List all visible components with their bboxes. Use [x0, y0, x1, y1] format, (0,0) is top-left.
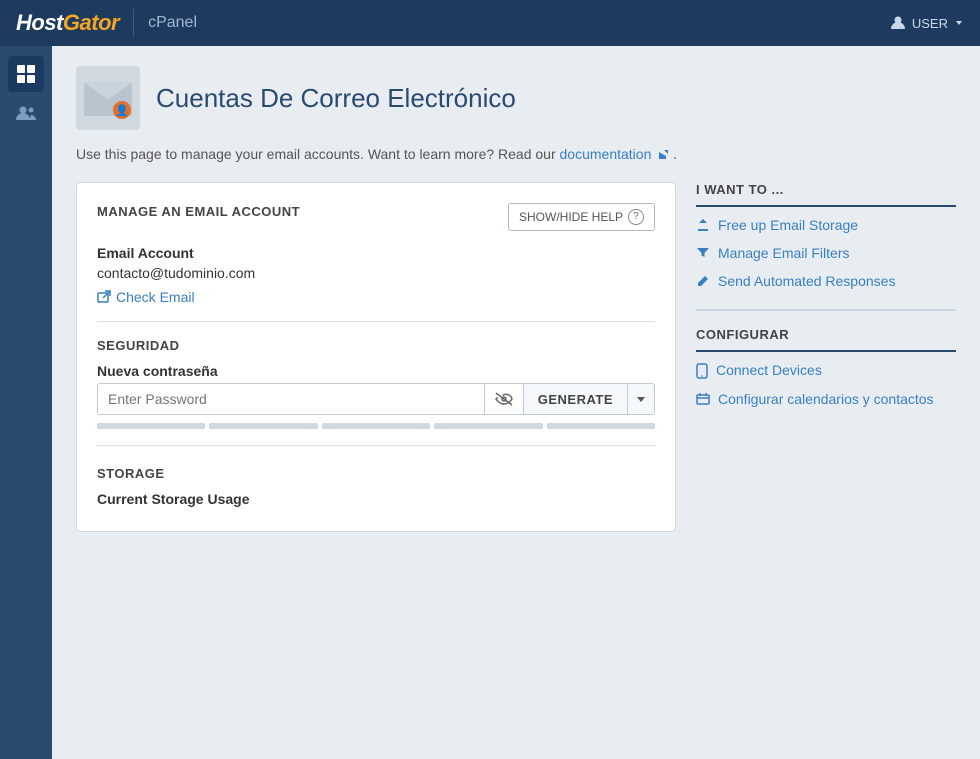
email-envelope-icon: 👤	[80, 72, 136, 124]
page-icon: 👤	[76, 66, 140, 130]
toggle-password-button[interactable]	[484, 383, 523, 415]
show-hide-help-button[interactable]: SHOW/HIDE HELP	[508, 203, 655, 231]
svg-text:👤: 👤	[115, 104, 129, 117]
page-description: Use this page to manage your email accou…	[76, 146, 956, 162]
email-account-label: Email Account	[97, 245, 655, 261]
eye-slash-icon	[495, 392, 513, 406]
strength-bar-2	[209, 423, 317, 429]
two-column-layout: MANAGE AN EMAIL ACCOUNT SHOW/HIDE HELP E…	[76, 182, 956, 532]
connect-devices-link[interactable]: Connect Devices	[696, 362, 956, 379]
right-panel: I WANT TO ... Free up Email Storage Mana…	[696, 182, 956, 427]
user-menu[interactable]: USER	[890, 15, 964, 31]
seguridad-section: SEGURIDAD Nueva contraseña GENERATE	[97, 338, 655, 429]
logo-area: HostGator cPanel	[16, 9, 197, 37]
user-icon	[890, 15, 906, 31]
external-link-icon	[657, 149, 669, 161]
main-content: 👤 Cuentas De Correo Electrónico Use this…	[52, 46, 980, 759]
grid-icon	[15, 63, 37, 85]
free-up-storage-link[interactable]: Free up Email Storage	[696, 217, 956, 233]
card-icon	[696, 392, 710, 406]
generate-dropdown-button[interactable]	[627, 383, 655, 415]
section-divider-1	[97, 321, 655, 322]
password-strength-bars	[97, 423, 655, 429]
nav-divider	[133, 9, 134, 37]
strength-bar-4	[434, 423, 542, 429]
configurar-title: CONFIGURAR	[696, 327, 956, 352]
manage-section: MANAGE AN EMAIL ACCOUNT SHOW/HIDE HELP E…	[97, 203, 655, 305]
send-automated-link[interactable]: Send Automated Responses	[696, 273, 956, 289]
cpanel-label: cPanel	[148, 14, 197, 32]
section-divider-2	[97, 445, 655, 446]
main-layout: 👤 Cuentas De Correo Electrónico Use this…	[0, 46, 980, 759]
seguridad-title: SEGURIDAD	[97, 338, 655, 353]
i-want-to-title: I WANT TO ...	[696, 182, 956, 207]
upload-icon	[696, 218, 710, 232]
password-label: Nueva contraseña	[97, 363, 655, 379]
generate-button[interactable]: GENERATE	[523, 383, 627, 415]
chevron-down-generate-icon	[636, 396, 646, 403]
main-card: MANAGE AN EMAIL ACCOUNT SHOW/HIDE HELP E…	[76, 182, 676, 532]
sidebar-item-users[interactable]	[8, 96, 44, 132]
password-input[interactable]	[97, 383, 484, 415]
configurar-calendarios-link[interactable]: Configurar calendarios y contactos	[696, 391, 956, 407]
sidebar	[0, 46, 52, 759]
user-label: USER	[912, 16, 948, 31]
pencil-icon	[696, 274, 710, 288]
strength-bar-5	[547, 423, 655, 429]
page-header: 👤 Cuentas De Correo Electrónico	[76, 66, 956, 130]
strength-bar-1	[97, 423, 205, 429]
email-account-value: contacto@tudominio.com	[97, 265, 655, 281]
mobile-icon	[696, 363, 708, 379]
storage-title: STORAGE	[97, 466, 655, 481]
logo-host-text: Host	[16, 10, 63, 35]
page-title: Cuentas De Correo Electrónico	[156, 83, 516, 114]
hostgator-logo: HostGator	[16, 10, 119, 36]
users-icon	[14, 102, 38, 126]
strength-bar-3	[322, 423, 430, 429]
chevron-down-icon	[954, 18, 964, 28]
storage-section: STORAGE Current Storage Usage	[97, 466, 655, 507]
logo-gator-text: Gator	[63, 10, 119, 35]
filter-icon	[696, 246, 710, 260]
manage-email-filters-link[interactable]: Manage Email Filters	[696, 245, 956, 261]
top-navigation: HostGator cPanel USER	[0, 0, 980, 46]
documentation-link[interactable]: documentation	[560, 146, 674, 162]
manage-section-title: MANAGE AN EMAIL ACCOUNT	[97, 204, 300, 219]
check-email-link[interactable]: Check Email	[97, 289, 655, 305]
right-panel-divider	[696, 309, 956, 311]
configurar-section: CONFIGURAR Connect Devices	[696, 327, 956, 407]
current-usage-label: Current Storage Usage	[97, 491, 655, 507]
i-want-to-section: I WANT TO ... Free up Email Storage Mana…	[696, 182, 956, 289]
sidebar-item-grid[interactable]	[8, 56, 44, 92]
external-link-small-icon	[97, 290, 111, 304]
password-row: GENERATE	[97, 383, 655, 415]
